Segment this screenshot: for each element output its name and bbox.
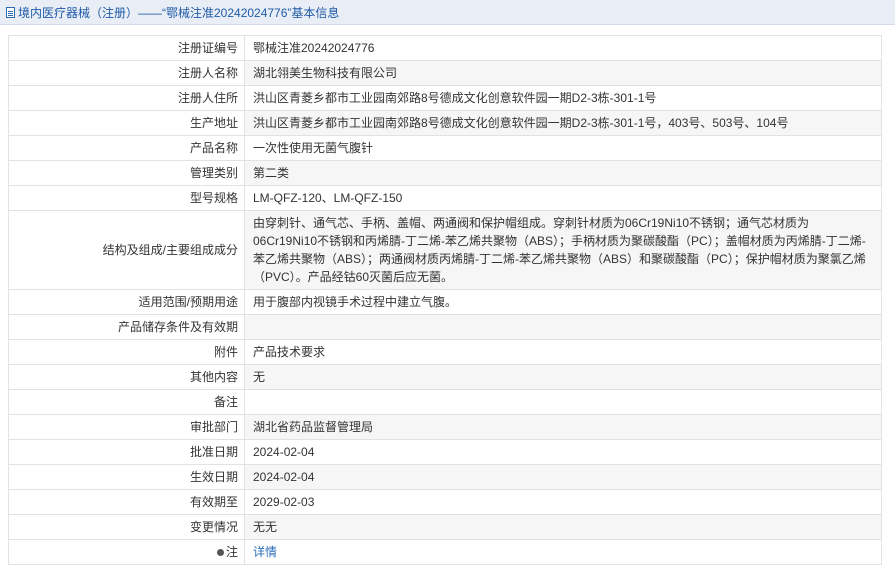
table-row: 注册人住所 洪山区青菱乡都市工业园南郊路8号德成文化创意软件园一期D2-3栋-3… — [8, 85, 882, 111]
row-label: 有效期至 — [8, 489, 245, 515]
row-value: 由穿刺针、通气芯、手柄、盖帽、两通阀和保护帽组成。穿刺针材质为06Cr19Ni1… — [244, 210, 882, 290]
table-row: 附件 产品技术要求 — [8, 339, 882, 365]
row-label: 变更情况 — [8, 514, 245, 540]
title-bar: 境内医疗器械（注册）——“鄂械注准20242024776”基本信息 — [0, 0, 895, 25]
note-row: 注 详情 — [8, 539, 882, 565]
row-value: LM-QFZ-120、LM-QFZ-150 — [244, 185, 882, 211]
table-row: 变更情况 无无 — [8, 514, 882, 540]
table-row: 适用范围/预期用途 用于腹部内视镜手术过程中建立气腹。 — [8, 289, 882, 315]
table-row: 审批部门 湖北省药品监督管理局 — [8, 414, 882, 440]
row-value: 洪山区青菱乡都市工业园南郊路8号德成文化创意软件园一期D2-3栋-301-1号，… — [244, 110, 882, 136]
table-row: 备注 — [8, 389, 882, 415]
pin-icon — [216, 549, 224, 556]
row-label: 产品储存条件及有效期 — [8, 314, 245, 340]
row-value: 第二类 — [244, 160, 882, 186]
row-label: 适用范围/预期用途 — [8, 289, 245, 315]
table-row: 结构及组成/主要组成成分 由穿刺针、通气芯、手柄、盖帽、两通阀和保护帽组成。穿刺… — [8, 210, 882, 290]
row-label: 注册人名称 — [8, 60, 245, 86]
note-value: 详情 — [244, 539, 882, 565]
table-row: 批准日期 2024-02-04 — [8, 439, 882, 465]
details-link[interactable]: 详情 — [253, 545, 277, 559]
row-value: 湖北翎美生物科技有限公司 — [244, 60, 882, 86]
row-value: 洪山区青菱乡都市工业园南郊路8号德成文化创意软件园一期D2-3栋-301-1号 — [244, 85, 882, 111]
row-label: 批准日期 — [8, 439, 245, 465]
row-value: 无 — [244, 364, 882, 390]
row-value — [244, 314, 882, 340]
row-label: 注册人住所 — [8, 85, 245, 111]
row-label: 其他内容 — [8, 364, 245, 390]
row-value: 产品技术要求 — [244, 339, 882, 365]
table-row: 有效期至 2029-02-03 — [8, 489, 882, 515]
row-value: 湖北省药品监督管理局 — [244, 414, 882, 440]
row-value: 用于腹部内视镜手术过程中建立气腹。 — [244, 289, 882, 315]
row-label: 结构及组成/主要组成成分 — [8, 210, 245, 290]
table-row: 生效日期 2024-02-04 — [8, 464, 882, 490]
table-row: 管理类别 第二类 — [8, 160, 882, 186]
row-value: 2029-02-03 — [244, 489, 882, 515]
row-label: 产品名称 — [8, 135, 245, 161]
row-value — [244, 389, 882, 415]
row-value: 一次性使用无菌气腹针 — [244, 135, 882, 161]
row-label: 型号规格 — [8, 185, 245, 211]
table-row: 产品储存条件及有效期 — [8, 314, 882, 340]
note-label-text: 注 — [225, 545, 238, 559]
row-label: 审批部门 — [8, 414, 245, 440]
row-value: 2024-02-04 — [244, 439, 882, 465]
table-row: 其他内容 无 — [8, 364, 882, 390]
page-title: 境内医疗器械（注册）——“鄂械注准20242024776”基本信息 — [18, 5, 340, 20]
row-value: 2024-02-04 — [244, 464, 882, 490]
row-label: 注册证编号 — [8, 35, 245, 61]
row-label: 备注 — [8, 389, 245, 415]
table-row: 注册证编号 鄂械注准20242024776 — [8, 35, 882, 61]
row-label: 生产地址 — [8, 110, 245, 136]
row-label: 生效日期 — [8, 464, 245, 490]
info-table: 注册证编号 鄂械注准20242024776 注册人名称 湖北翎美生物科技有限公司… — [8, 35, 882, 565]
row-value: 鄂械注准20242024776 — [244, 35, 882, 61]
row-label: 附件 — [8, 339, 245, 365]
document-icon — [6, 6, 15, 18]
note-label: 注 — [8, 539, 245, 565]
table-row: 产品名称 一次性使用无菌气腹针 — [8, 135, 882, 161]
table-row: 生产地址 洪山区青菱乡都市工业园南郊路8号德成文化创意软件园一期D2-3栋-30… — [8, 110, 882, 136]
table-row: 型号规格 LM-QFZ-120、LM-QFZ-150 — [8, 185, 882, 211]
table-row: 注册人名称 湖北翎美生物科技有限公司 — [8, 60, 882, 86]
row-label: 管理类别 — [8, 160, 245, 186]
row-value: 无无 — [244, 514, 882, 540]
